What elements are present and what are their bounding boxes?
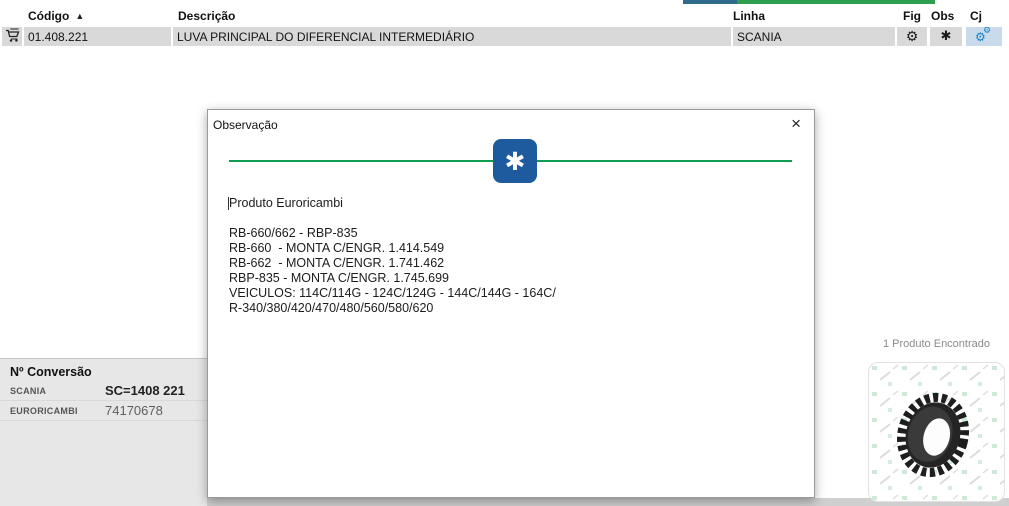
observation-line: RB-660/662 - RBP-835 [229,226,794,241]
observation-line: VEICULOS: 114C/114G - 124C/124G - 144C/1… [229,286,794,301]
row-cell-linha[interactable]: SCANIA [733,27,895,46]
observation-line: RBP-835 - MONTA C/ENGR. 1.745.699 [229,271,794,286]
observation-line: Produto Euroricambi [229,196,794,211]
column-header-cj[interactable]: Cj [970,9,982,23]
observation-line: RB-660 - MONTA C/ENGR. 1.414.549 [229,241,794,256]
close-icon[interactable]: × [791,115,801,132]
gear-icon: ⚙ [906,30,919,44]
observation-dialog: Observação × ✱ Produto Euroricambi RB-66… [207,109,815,498]
observation-line: RB-662 - MONTA C/ENGR. 1.741.462 [229,256,794,271]
column-header-codigo-label: Código [28,9,69,23]
toolbar-strip-green [737,0,935,4]
observation-line: R-340/380/420/470/480/560/580/620 [229,301,794,316]
column-header-fig[interactable]: Fig [903,9,921,23]
conversion-value: SC=1408 221 [105,383,185,398]
results-count: 1 Produto Encontrado [883,338,990,350]
conversion-brand-label: EURORICAMBI [10,406,78,416]
column-header-codigo[interactable]: Código ▲ [28,9,84,23]
product-thumbnail-card[interactable] [868,362,1005,502]
asterisk-icon: ✱ [505,147,526,176]
observation-badge: ✱ [493,139,537,183]
dialog-title: Observação [213,118,278,132]
row-cell-codigo[interactable]: 01.408.221 [24,27,171,46]
assembly-button[interactable]: ⚙ ⚙ [966,27,1002,46]
conversion-value: 74170678 [105,403,163,418]
row-cell-descricao[interactable]: LUVA PRINCIPAL DO DIFERENCIAL INTERMEDIÁ… [173,27,731,46]
add-to-cart-button[interactable] [2,27,22,46]
figure-button[interactable]: ⚙ [897,27,927,46]
conversion-panel-title: Nº Conversão [10,365,92,379]
app-window: Código ▲ Descrição Linha Fig Obs Cj 01.40… [0,0,1009,506]
double-gear-icon: ⚙ ⚙ [975,29,993,45]
conversion-row: SCANIA SC=1408 221 [0,381,207,401]
observation-button[interactable]: ✱ [930,27,962,46]
asterisk-icon: ✱ [941,30,952,43]
column-header-obs[interactable]: Obs [931,9,954,23]
conversion-brand-label: SCANIA [10,386,46,396]
observation-text-area[interactable]: Produto Euroricambi RB-660/662 - RBP-835… [229,196,794,316]
product-image [869,363,1004,501]
column-header-descricao[interactable]: Descrição [178,9,235,23]
cart-icon [5,28,20,45]
sort-asc-icon[interactable]: ▲ [75,11,84,21]
column-header-linha[interactable]: Linha [733,9,765,23]
toolbar-strip-dark [683,0,737,4]
conversion-panel: Nº Conversão SCANIA SC=1408 221 EURORICA… [0,358,207,506]
text-caret [228,197,229,210]
observation-line [229,211,794,226]
conversion-row: EURORICAMBI 74170678 [0,401,207,421]
